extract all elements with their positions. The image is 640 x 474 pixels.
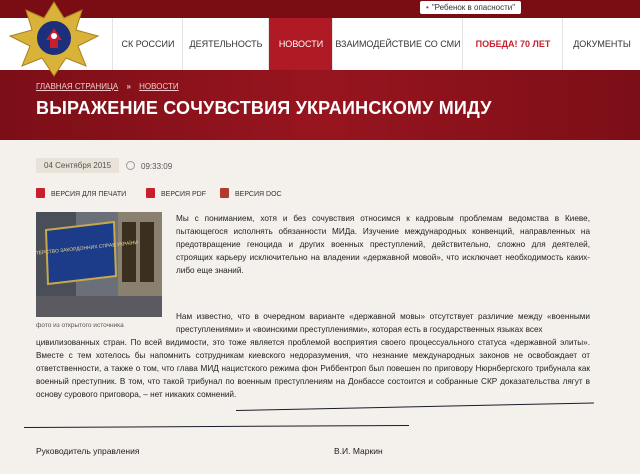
pdf-icon (146, 188, 155, 198)
hand-drawn-underline-2 (23, 424, 409, 428)
page-title: ВЫРАЖЕНИЕ СОЧУВСТВИЯ УКРАИНСКОМУ МИДУ (36, 98, 492, 118)
article-date: 04 Сентября 2015 (36, 158, 120, 173)
nav-news[interactable]: НОВОСТИ (268, 18, 333, 70)
article-paragraph-2-start: Нам известно, что в очередном варианте «… (176, 312, 590, 334)
pdf-version-label: ВЕРСИЯ PDF (161, 191, 207, 198)
doc-version-link[interactable]: ВЕРСИЯ DOC (220, 188, 282, 198)
nav-documents[interactable]: ДОКУМЕНТЫ (562, 18, 640, 70)
doc-icon (220, 188, 229, 198)
breadcrumb-home[interactable]: ГЛАВНАЯ СТРАНИЦА (36, 82, 118, 91)
signature-position: Руководитель управления (36, 446, 140, 456)
article-photo: МІНІСТЕРСТВО ЗАКОРДОННИХ СПРАВ УКРАЇНИ (36, 212, 162, 317)
nav-sk-russia[interactable]: СК РОССИИ (112, 18, 183, 70)
emblem-logo[interactable] (6, 0, 102, 78)
hand-drawn-underline-1 (235, 402, 594, 411)
article-time-wrap: 09:33:09 (126, 161, 172, 171)
signature-name: В.И. Маркин (334, 446, 383, 456)
breadcrumb-separator: » (126, 82, 131, 91)
article-paragraph-2-rest: цивилизованных стран. По всей видимости,… (36, 338, 590, 399)
breadcrumb: ГЛАВНАЯ СТРАНИЦА » НОВОСТИ (36, 82, 179, 91)
photo-caption: фото из открытого источника (36, 322, 124, 329)
article-paragraph-1: Мы с пониманием, хотя и без сочувствия о… (176, 214, 590, 275)
child-in-danger-link[interactable]: "Ребенок в опасности" (420, 1, 522, 14)
print-version-link[interactable]: ВЕРСИЯ ДЛЯ ПЕЧАТИ (36, 188, 126, 198)
pdf-version-link[interactable]: ВЕРСИЯ PDF (146, 188, 206, 198)
article-time: 09:33:09 (141, 162, 173, 171)
printer-icon (36, 188, 45, 198)
page-header-banner: ГЛАВНАЯ СТРАНИЦА » НОВОСТИ ВЫРАЖЕНИЕ СОЧ… (0, 70, 640, 140)
nav-media[interactable]: ВЗАИМОДЕЙСТВИЕ СО СМИ (332, 18, 463, 70)
breadcrumb-news[interactable]: НОВОСТИ (139, 82, 178, 91)
nav-victory-70[interactable]: ПОБЕДА! 70 ЛЕТ (462, 18, 563, 70)
clock-icon (126, 161, 135, 170)
doc-version-label: ВЕРСИЯ DOC (235, 191, 282, 198)
print-version-label: ВЕРСИЯ ДЛЯ ПЕЧАТИ (51, 191, 127, 198)
nav-activity[interactable]: ДЕЯТЕЛЬНОСТЬ (182, 18, 269, 70)
